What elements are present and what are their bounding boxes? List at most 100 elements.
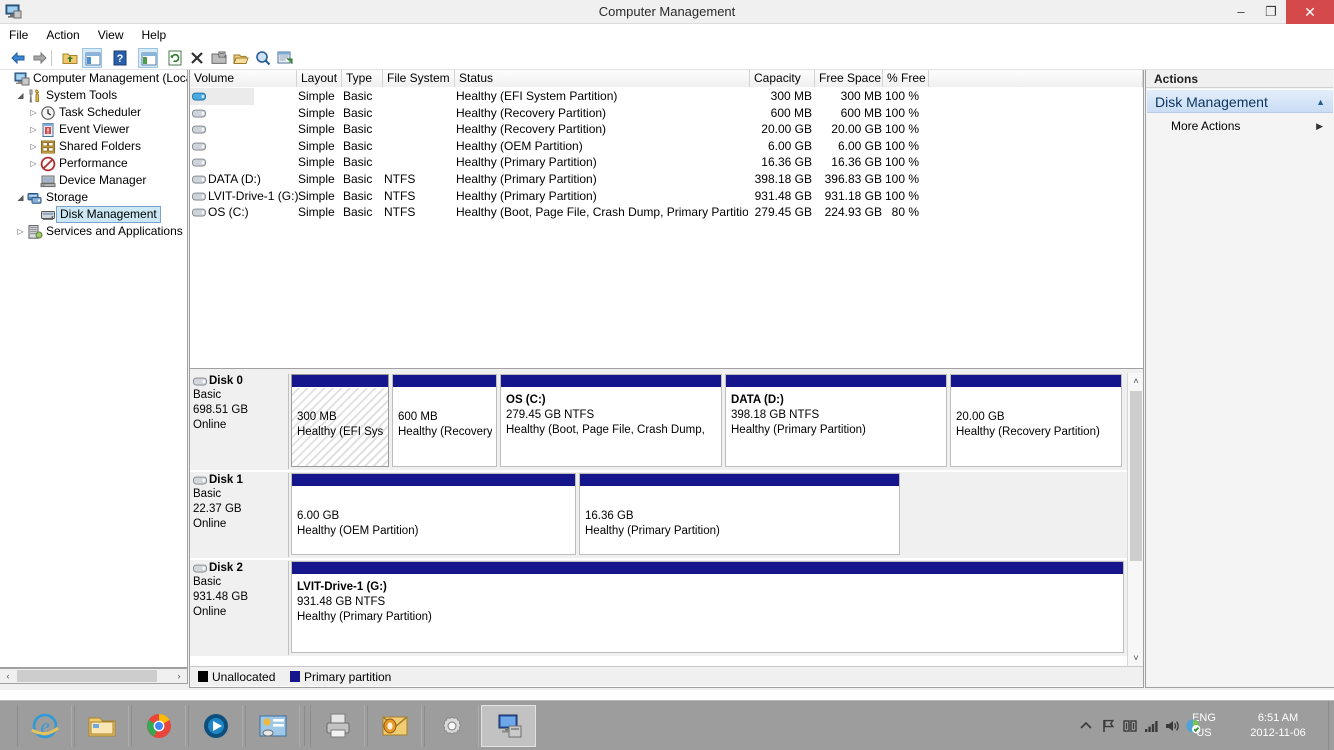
- taskbar-settings[interactable]: [424, 705, 479, 747]
- tree-scroll-left-arrow[interactable]: ‹: [0, 669, 16, 683]
- toolbar-open-folder-icon[interactable]: [231, 48, 251, 68]
- menu-item-view[interactable]: View: [89, 24, 133, 46]
- diskmap-scroll-up-arrow[interactable]: ˄: [1128, 373, 1144, 389]
- show-hidden-icons-icon[interactable]: [1078, 718, 1094, 734]
- volume-column-header-blank[interactable]: [929, 70, 1143, 87]
- partition-block[interactable]: DATA (D:) 398.18 GB NTFS Healthy (Primary …: [725, 374, 947, 467]
- clock[interactable]: 6:51 AM 2012-11-06: [1232, 711, 1324, 741]
- tree-scroll-thumb[interactable]: [17, 670, 157, 682]
- partition-block[interactable]: 300 MB Healthy (EFI Sys: [291, 374, 389, 467]
- partition-block[interactable]: 16.36 GB Healthy (Primary Partition): [579, 473, 900, 555]
- volume-column-header--free[interactable]: % Free: [883, 70, 929, 87]
- toolbar-rescan-disks-icon[interactable]: [253, 48, 273, 68]
- disk-info-panel[interactable]: Disk 1 Basic 22.37 GB Online: [191, 473, 289, 557]
- volume-row[interactable]: OS (C:) Simple Basic NTFS Healthy (Boot, Pag…: [190, 204, 1143, 221]
- taskbar-media-player[interactable]: [188, 705, 243, 747]
- tree-expander-icon[interactable]: ▷: [15, 223, 26, 240]
- volume-row[interactable]: LVIT-Drive-1 (G:) Simple Basic NTFS Healthy …: [190, 188, 1143, 205]
- tree-node-computer-management-local[interactable]: Computer Management (Local: [0, 70, 187, 87]
- volume-column-header-status[interactable]: Status: [455, 70, 750, 87]
- volume-row[interactable]: Simple Basic Healthy (OEM Partition) 6.00 G…: [190, 138, 1143, 155]
- diskmap-scroll-thumb[interactable]: [1130, 391, 1142, 561]
- volume-column-header-file-system[interactable]: File System: [383, 70, 455, 87]
- tree-scroll-right-arrow[interactable]: ›: [171, 669, 187, 683]
- tree-expander-icon[interactable]: ▷: [28, 155, 39, 172]
- partition-block[interactable]: OS (C:) 279.45 GB NTFS Healthy (Boot, Page…: [500, 374, 722, 467]
- taskbar-control-panel[interactable]: [245, 705, 300, 747]
- close-button[interactable]: ✕: [1286, 0, 1334, 24]
- partition-color-bar: [726, 375, 946, 387]
- network-icon[interactable]: [1122, 718, 1138, 734]
- diskmap-vertical-scrollbar[interactable]: ˄ ˅: [1127, 373, 1143, 666]
- tree-node-task-scheduler[interactable]: ▷ Task Scheduler: [0, 104, 187, 121]
- volume-column-header-capacity[interactable]: Capacity: [750, 70, 815, 87]
- tree-node-storage[interactable]: ◢ Storage: [0, 189, 187, 206]
- taskbar-internet-explorer[interactable]: e: [17, 705, 72, 747]
- toolbar-help-icon[interactable]: ?: [110, 48, 130, 68]
- tree-node-device-manager[interactable]: Device Manager: [0, 172, 187, 189]
- disk-graphical-view[interactable]: Disk 0 Basic 698.51 GB Online 300 MB Healthy …: [190, 373, 1143, 666]
- volume-row[interactable]: Simple Basic Healthy (Primary Partition) 16…: [190, 154, 1143, 171]
- partition-block[interactable]: 20.00 GB Healthy (Recovery Partition): [950, 374, 1122, 467]
- tree-node-disk-management[interactable]: Disk Management: [0, 206, 187, 223]
- tree-expander-icon[interactable]: ▷: [28, 104, 39, 121]
- volume-column-header-volume[interactable]: Volume: [190, 70, 297, 87]
- partition-block[interactable]: LVIT-Drive-1 (G:) 931.48 GB NTFS Healthy (…: [291, 561, 1124, 653]
- tree-node-performance[interactable]: ▷ Performance: [0, 155, 187, 172]
- tree-expander-icon[interactable]: ◢: [15, 87, 26, 104]
- disk-row-disk-1[interactable]: Disk 1 Basic 22.37 GB Online 6.00 GB Healthy …: [190, 472, 1127, 558]
- volume-list[interactable]: Volume Layout Type File System Status Capacit…: [190, 70, 1143, 367]
- minimize-button[interactable]: –: [1226, 0, 1256, 24]
- volume-icon[interactable]: [1164, 718, 1180, 734]
- signal-strength-icon[interactable]: [1143, 718, 1159, 734]
- volume-column-header-free-space[interactable]: Free Space: [815, 70, 883, 87]
- toolbar-properties-icon[interactable]: [209, 48, 229, 68]
- volume-column-header-type[interactable]: Type: [342, 70, 383, 87]
- taskbar-chrome[interactable]: [131, 705, 186, 747]
- volume-row[interactable]: Simple Basic Healthy (EFI System Partition…: [190, 88, 1143, 105]
- tree-expander-icon[interactable]: ◢: [15, 189, 26, 206]
- toolbar-delete-icon[interactable]: [187, 48, 207, 68]
- taskbar-outlook[interactable]: [367, 705, 422, 747]
- disk-info-panel[interactable]: Disk 2 Basic 931.48 GB Online: [191, 561, 289, 655]
- security-shield-icon[interactable]: [1185, 718, 1201, 734]
- volume-row[interactable]: Simple Basic Healthy (Recovery Partition) 2…: [190, 121, 1143, 138]
- show-desktop-button[interactable]: [1328, 701, 1334, 750]
- tree-expander-icon[interactable]: ▷: [28, 121, 39, 138]
- partition-block[interactable]: 600 MB Healthy (Recovery: [392, 374, 497, 467]
- maximize-button[interactable]: ❐: [1256, 0, 1286, 24]
- action-center-flag-icon[interactable]: [1100, 718, 1116, 734]
- taskbar-computer-management[interactable]: [481, 705, 536, 747]
- tree-expander-icon[interactable]: ▷: [28, 138, 39, 155]
- chevron-right-icon[interactable]: ▶: [1316, 116, 1323, 136]
- disk-row-disk-2[interactable]: Disk 2 Basic 931.48 GB Online LVIT-Drive-1 (…: [190, 560, 1127, 656]
- console-tree[interactable]: Computer Management (Local ◢ System Tools ▷…: [0, 70, 188, 668]
- toolbar-show-action-pane-icon[interactable]: [138, 48, 158, 68]
- disk-row-disk-0[interactable]: Disk 0 Basic 698.51 GB Online 300 MB Healthy …: [190, 373, 1127, 470]
- chevron-up-icon[interactable]: ▲: [1316, 90, 1325, 114]
- menu-item-file[interactable]: File: [0, 24, 37, 46]
- volume-row[interactable]: Simple Basic Healthy (Recovery Partition) 6…: [190, 105, 1143, 122]
- volume-column-header-layout[interactable]: Layout: [297, 70, 342, 87]
- taskbar-printer[interactable]: [310, 705, 365, 747]
- menu-item-action[interactable]: Action: [37, 24, 88, 46]
- taskbar-file-explorer[interactable]: [74, 705, 129, 747]
- tree-horizontal-scrollbar[interactable]: ‹ ›: [0, 668, 188, 684]
- toolbar-refresh-icon[interactable]: [165, 48, 185, 68]
- tree-node-system-tools[interactable]: ◢ System Tools: [0, 87, 187, 104]
- volume-row[interactable]: DATA (D:) Simple Basic NTFS Healthy (Primary…: [190, 171, 1143, 188]
- disk-info-panel[interactable]: Disk 0 Basic 698.51 GB Online: [191, 374, 289, 469]
- toolbar-up-folder-icon[interactable]: [60, 48, 80, 68]
- toolbar-new-window-icon[interactable]: [275, 48, 295, 68]
- actions-group-disk-management[interactable]: Disk Management ▲: [1147, 89, 1333, 113]
- menu-item-help[interactable]: Help: [133, 24, 176, 46]
- diskmap-scroll-down-arrow[interactable]: ˅: [1128, 650, 1144, 666]
- action-item-more-actions[interactable]: More Actions ▶: [1147, 116, 1333, 136]
- toolbar-show-console-tree-icon[interactable]: [82, 48, 102, 68]
- toolbar-back-icon[interactable]: [8, 48, 28, 68]
- tree-node-event-viewer[interactable]: ▷ Event Viewer: [0, 121, 187, 138]
- partition-block[interactable]: 6.00 GB Healthy (OEM Partition): [291, 473, 576, 555]
- toolbar-forward-icon[interactable]: [30, 48, 50, 68]
- tree-node-shared-folders[interactable]: ▷ Shared Folders: [0, 138, 187, 155]
- tree-node-services-and-applications[interactable]: ▷ Services and Applications: [0, 223, 187, 240]
